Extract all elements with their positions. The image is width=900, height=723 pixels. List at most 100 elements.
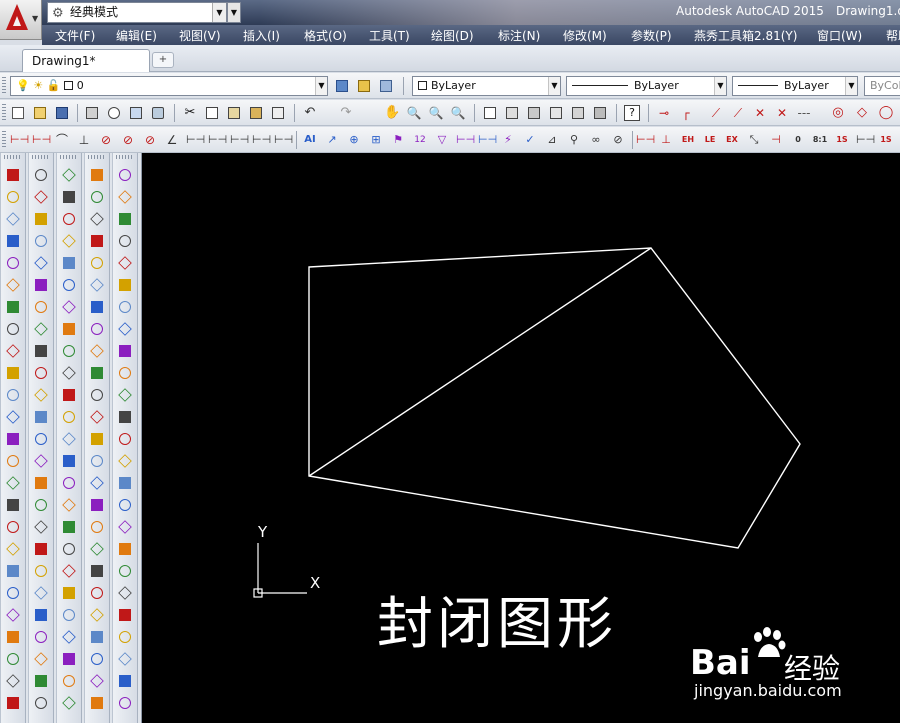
yx-red-diag-icon[interactable] xyxy=(117,585,133,601)
yx-star-icon[interactable] xyxy=(89,585,105,601)
table-icon[interactable] xyxy=(33,541,49,557)
snap-midpoint-icon[interactable]: ⟋ xyxy=(730,105,746,121)
construction-line-icon[interactable] xyxy=(33,189,49,205)
continue-icon[interactable]: ⊢⊣ xyxy=(230,132,249,148)
inspect-icon[interactable]: ⚑ xyxy=(390,132,406,148)
wipeout-icon[interactable] xyxy=(33,651,49,667)
arc-length-icon[interactable]: ⌒ xyxy=(54,132,70,148)
workspace-select[interactable]: ⚙ 经典模式 ▼ xyxy=(47,2,227,23)
multiline-text-icon[interactable] xyxy=(33,563,49,579)
new-tab-button[interactable]: + xyxy=(152,52,174,68)
layer-merge-icon[interactable] xyxy=(5,321,21,337)
zoom-realtime-icon[interactable]: 🔍 xyxy=(406,105,422,121)
insert-block-icon[interactable] xyxy=(33,409,49,425)
yx-1s-icon[interactable]: 1S xyxy=(834,132,850,148)
purge-icon[interactable] xyxy=(5,651,21,667)
layer-freeze-icon[interactable] xyxy=(5,233,21,249)
snap-tangent-icon[interactable]: ◯ xyxy=(878,105,894,121)
yx-peak-icon[interactable] xyxy=(117,387,133,403)
quickcalc-icon[interactable] xyxy=(592,105,608,121)
tolerance-icon[interactable]: ⊕ xyxy=(346,132,362,148)
zoom-previous-icon[interactable]: 🔍 xyxy=(450,105,466,121)
copy-object-icon[interactable] xyxy=(61,189,77,205)
reassociate-icon[interactable]: ✓ xyxy=(522,132,538,148)
yx-wave2-icon[interactable] xyxy=(117,299,133,315)
color-control-select[interactable]: ByLayer ▼ xyxy=(412,76,561,96)
yx-rect-icon[interactable] xyxy=(89,563,105,579)
break-at-point-icon[interactable] xyxy=(61,409,77,425)
snap-from-icon[interactable]: ┌ xyxy=(678,105,694,121)
chevron-down-icon[interactable]: ▼ xyxy=(714,77,726,95)
menu-help[interactable]: 帮助 xyxy=(886,27,900,44)
revision-cloud-icon[interactable] xyxy=(33,321,49,337)
yx-zero-icon[interactable] xyxy=(89,431,105,447)
menu-window[interactable]: 窗口(W) xyxy=(817,27,862,44)
center-mark-icon[interactable]: ⊞ xyxy=(368,132,384,148)
offset-icon[interactable] xyxy=(61,233,77,249)
closed-polygon-outline[interactable] xyxy=(308,247,801,549)
application-menu-button[interactable]: ▼ xyxy=(0,0,42,40)
text-style-icon[interactable]: AI xyxy=(302,132,318,148)
menu-dimension[interactable]: 标注(N) xyxy=(498,27,540,44)
ordinate-icon[interactable]: ⊥ xyxy=(76,132,92,148)
yx-zero-icon[interactable]: 0 xyxy=(790,132,806,148)
yx-eh-icon[interactable]: EH xyxy=(680,132,696,148)
chevron-down-icon[interactable]: ▼ xyxy=(212,3,226,22)
recover-icon[interactable] xyxy=(5,695,21,711)
yx-aa-icon[interactable] xyxy=(117,255,133,271)
chevron-down-icon[interactable]: ▼ xyxy=(548,77,560,95)
match-properties-icon[interactable] xyxy=(248,105,264,121)
dimension-snap-icon[interactable]: ⊘ xyxy=(610,132,626,148)
align-icon[interactable] xyxy=(61,695,77,711)
yx-wave-icon[interactable] xyxy=(117,277,133,293)
help-icon[interactable]: ? xyxy=(624,105,640,121)
quick-access-customize-button[interactable]: ▼ xyxy=(227,2,241,23)
paste-icon[interactable] xyxy=(226,105,242,121)
match-layer-icon[interactable] xyxy=(5,189,21,205)
audit-icon[interactable] xyxy=(5,673,21,689)
dimension-override-icon[interactable]: ⚡ xyxy=(500,132,516,148)
point-icon[interactable] xyxy=(33,453,49,469)
ellipse-arc-icon[interactable] xyxy=(33,387,49,403)
menu-insert[interactable]: 插入(I) xyxy=(243,27,280,44)
plotstyle-control-select[interactable]: ByColor xyxy=(864,76,900,96)
angular-icon[interactable]: ∠ xyxy=(164,132,180,148)
snap-center-icon[interactable]: ◎ xyxy=(830,105,846,121)
erase-icon[interactable] xyxy=(61,167,77,183)
yx-square-icon[interactable] xyxy=(89,387,105,403)
lengthen-icon[interactable] xyxy=(61,673,77,689)
array-icon[interactable] xyxy=(61,255,77,271)
edit-spline-icon[interactable] xyxy=(61,585,77,601)
pan-icon[interactable]: ✋ xyxy=(384,105,400,121)
make-block-icon[interactable] xyxy=(33,431,49,447)
boundary-icon[interactable] xyxy=(33,629,49,645)
draw-order-icon[interactable] xyxy=(61,651,77,667)
layer-copy-icon[interactable] xyxy=(5,365,21,381)
menu-modify[interactable]: 修改(M) xyxy=(563,27,607,44)
yx-v2-icon[interactable] xyxy=(89,233,105,249)
multiline-text-icon[interactable] xyxy=(5,409,21,425)
menu-parameters[interactable]: 参数(P) xyxy=(631,27,672,44)
menu-edit[interactable]: 编辑(E) xyxy=(116,27,157,44)
yx-end-icon[interactable] xyxy=(117,695,133,711)
menu-view[interactable]: 视图(V) xyxy=(179,27,221,44)
yx-triangle-icon[interactable] xyxy=(89,343,105,359)
snap-quadrant-icon[interactable]: ◇ xyxy=(854,105,870,121)
menu-format[interactable]: 格式(O) xyxy=(304,27,347,44)
jogged-icon[interactable]: ⊘ xyxy=(120,132,136,148)
yx-show-icon[interactable] xyxy=(89,629,105,645)
yx-dim-icon[interactable] xyxy=(89,519,105,535)
yx-ex-icon[interactable]: EX xyxy=(724,132,740,148)
toolbar-grip[interactable] xyxy=(2,131,6,149)
text-edit-icon[interactable] xyxy=(5,431,21,447)
toolbar-grip[interactable] xyxy=(116,155,134,159)
radius-icon[interactable]: ⊘ xyxy=(98,132,114,148)
publish-icon[interactable] xyxy=(128,105,144,121)
menu-file[interactable]: 文件(F) xyxy=(55,27,95,44)
layer-walk-icon[interactable] xyxy=(5,299,21,315)
toolbar-grip[interactable] xyxy=(32,155,50,159)
linetype-control-select[interactable]: ByLayer ▼ xyxy=(566,76,727,96)
yx-stop-icon[interactable] xyxy=(89,475,105,491)
toolbar-grip[interactable] xyxy=(88,155,106,159)
design-center-icon[interactable] xyxy=(504,105,520,121)
